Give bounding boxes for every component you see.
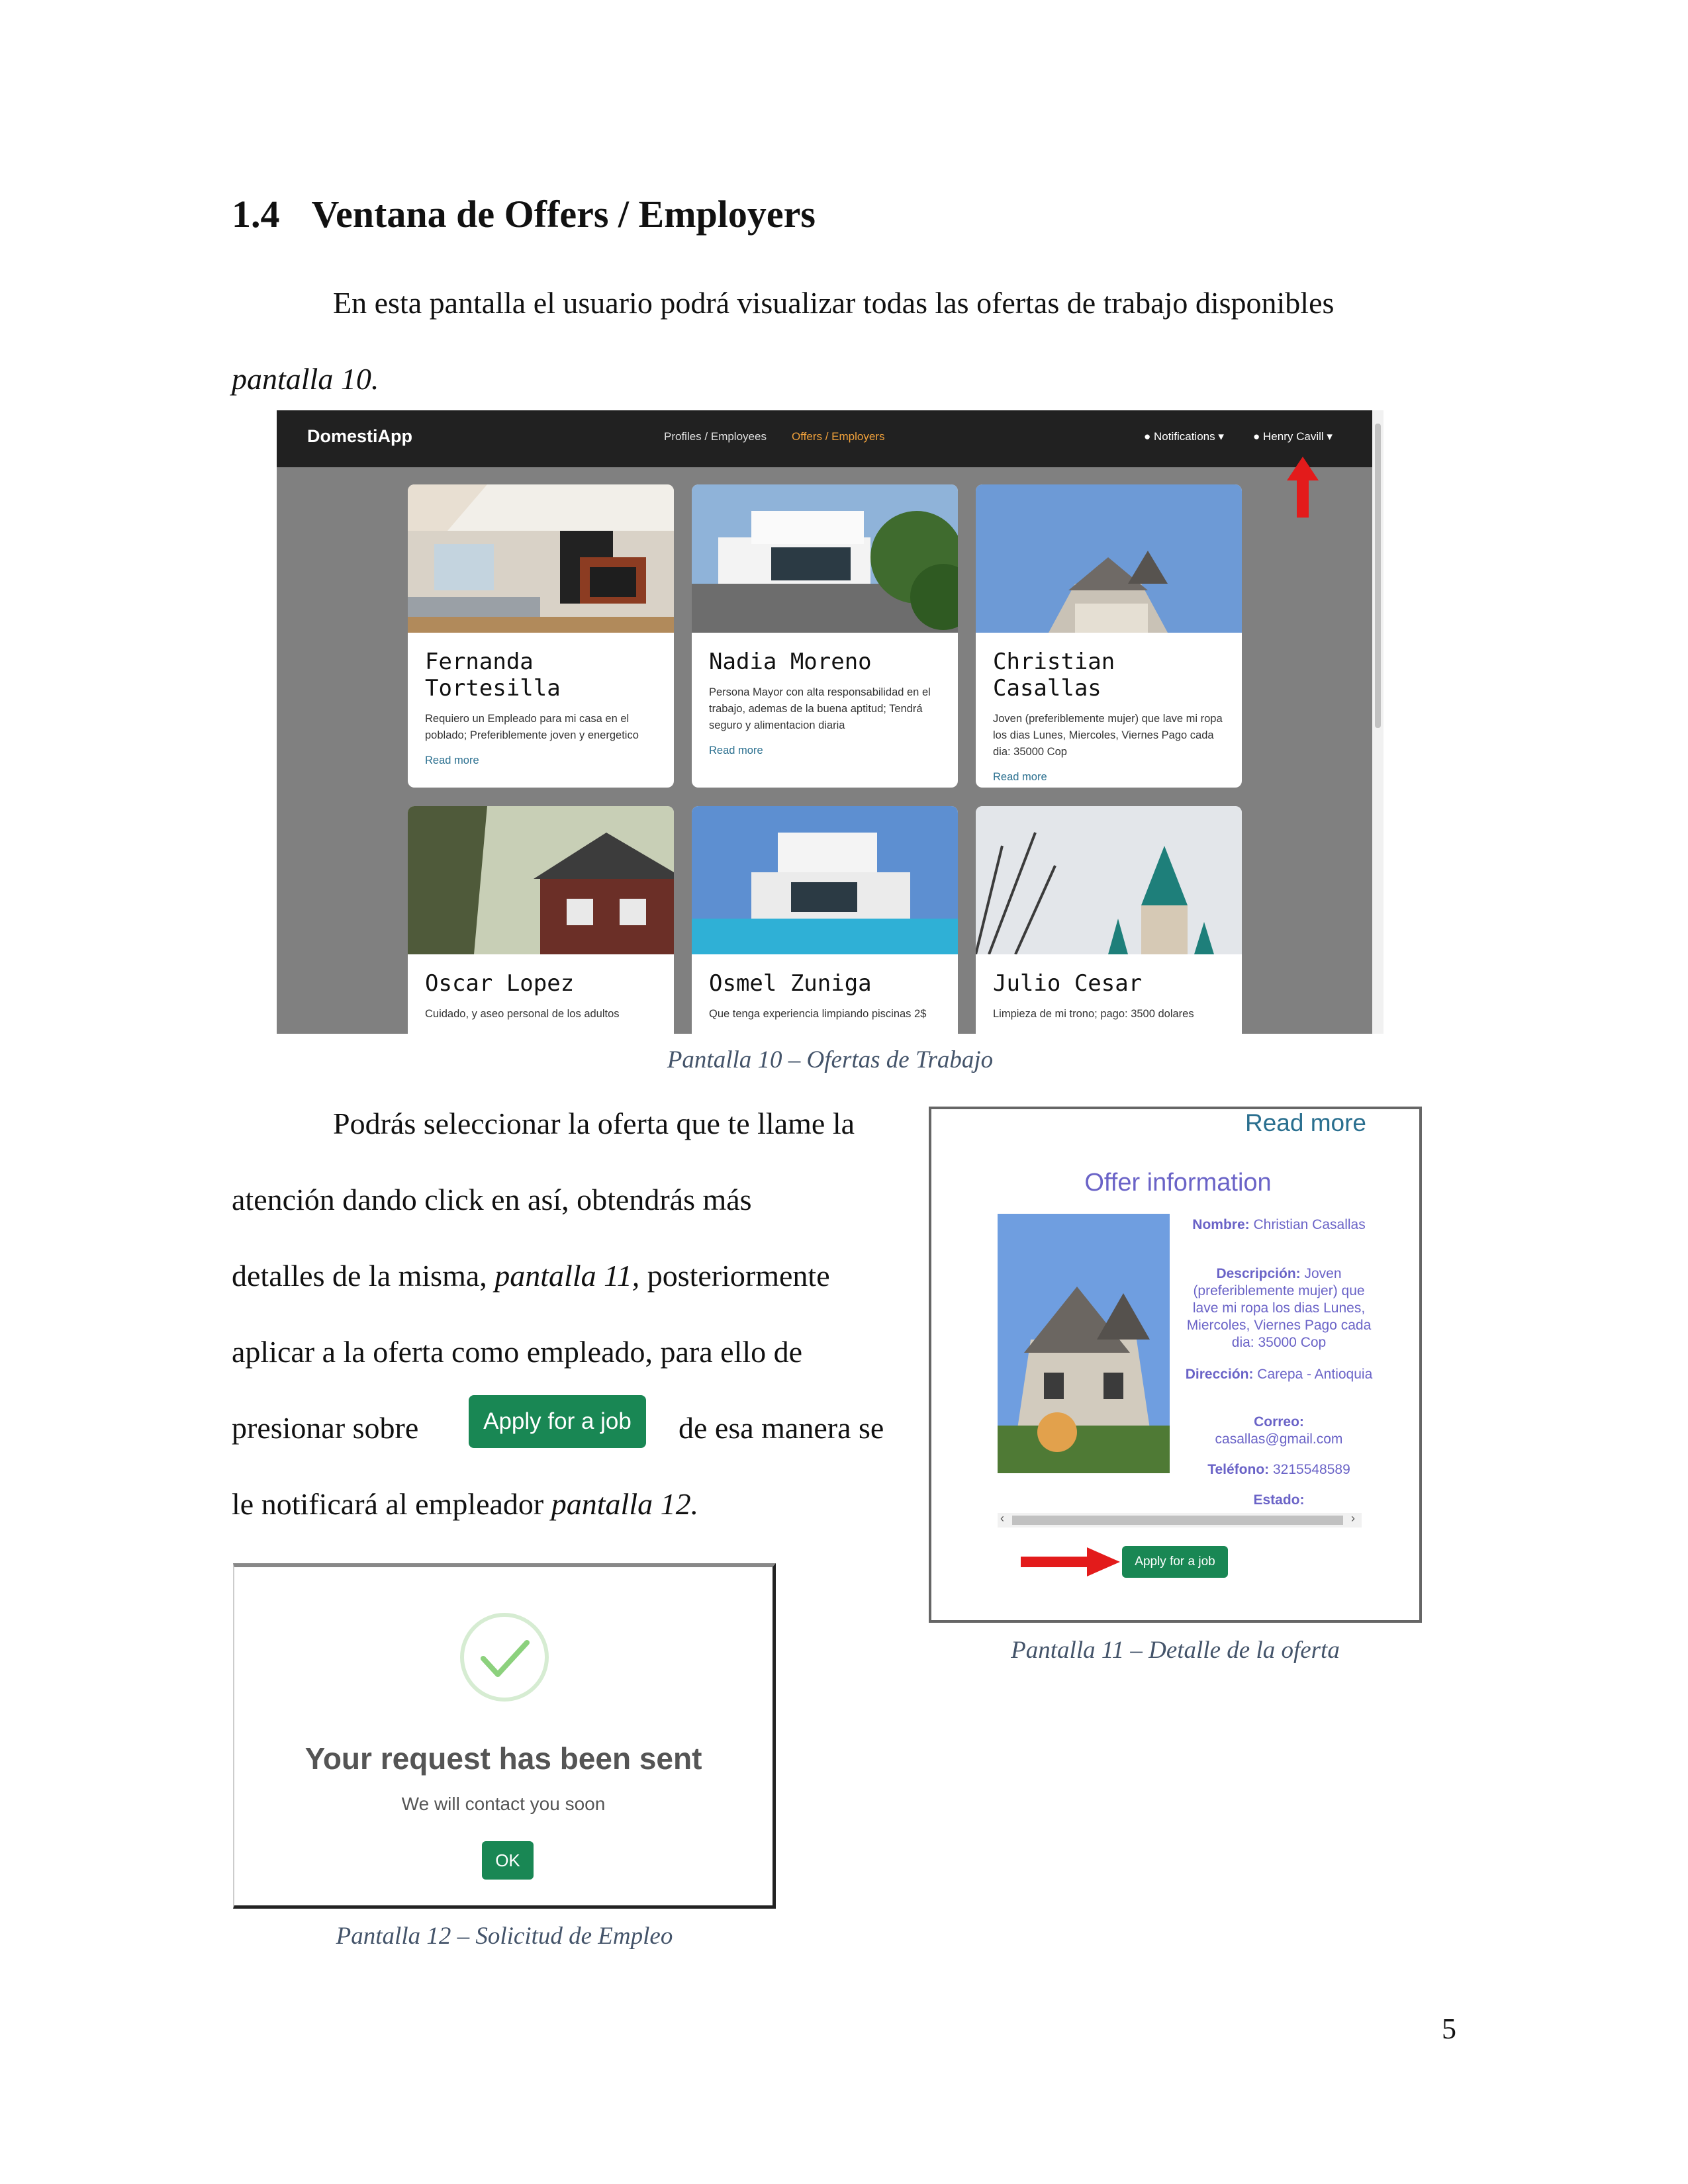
card-description: Persona Mayor con alta responsabilidad e… bbox=[709, 686, 931, 731]
nav-offers-link[interactable]: Offers / Employers bbox=[792, 430, 884, 443]
section-heading: 1.4 Ventana de Offers / Employers bbox=[232, 192, 816, 236]
card-name: Julio Cesar bbox=[993, 970, 1143, 997]
body-line-3: detalles de la misma, pantalla 11, poste… bbox=[232, 1238, 830, 1314]
caret-down-icon: ▾ bbox=[1218, 430, 1224, 443]
field-value: 3215548589 bbox=[1272, 1462, 1350, 1477]
user-name: Henry Cavill bbox=[1263, 430, 1324, 443]
field-label: Correo: bbox=[1254, 1414, 1304, 1430]
offer-card[interactable]: Julio Cesar Limpieza de mi trono; pago: … bbox=[976, 806, 1242, 1034]
red-arrow-up-icon bbox=[1287, 457, 1319, 518]
scroll-thumb[interactable] bbox=[1375, 424, 1381, 728]
card-name: Oscar Lopez bbox=[425, 970, 575, 997]
caption-screen-10: Pantalla 10 – Ofertas de Trabajo bbox=[667, 1046, 994, 1073]
request-sent-subtitle: We will contact you soon bbox=[401, 1794, 606, 1814]
check-circle-icon bbox=[460, 1613, 549, 1702]
intro-line-2: pantalla 10. bbox=[232, 362, 379, 396]
offer-information-title: Offer information bbox=[1084, 1169, 1272, 1197]
caret-down-icon: ▾ bbox=[1327, 430, 1333, 443]
bell-icon: ● bbox=[1144, 430, 1151, 443]
field-label: Teléfono: bbox=[1207, 1462, 1270, 1477]
navbar: DomestiApp Profiles / Employees Offers /… bbox=[277, 410, 1372, 467]
field-label: Nombre: bbox=[1192, 1217, 1250, 1232]
card-image-living-room bbox=[408, 484, 674, 633]
user-icon: ● bbox=[1253, 430, 1260, 443]
body-line-5b: de esa manera se bbox=[679, 1411, 884, 1445]
card-name: Christian Casallas bbox=[993, 649, 1115, 702]
intro-line-1: En esta pantalla el usuario podrá visual… bbox=[333, 286, 1335, 320]
read-more-link[interactable]: Read more bbox=[976, 764, 1242, 784]
screenshot-request-sent: Your request has been sent We will conta… bbox=[233, 1563, 776, 1909]
card-image-victorian-house bbox=[976, 484, 1242, 633]
offer-card[interactable]: Nadia Moreno Persona Mayor con alta resp… bbox=[692, 484, 958, 788]
horizontal-scroll-thumb[interactable] bbox=[1012, 1516, 1343, 1525]
caption-screen-12: Pantalla 12 – Solicitud de Empleo bbox=[336, 1923, 673, 1950]
field-correo: Correo: casallas@gmail.com bbox=[1183, 1414, 1375, 1448]
card-description: Joven (preferiblemente mujer) que lave m… bbox=[993, 713, 1223, 758]
card-name: Nadia Moreno bbox=[709, 649, 872, 675]
offer-card[interactable]: Osmel Zuniga Que tenga experiencia limpi… bbox=[692, 806, 958, 1034]
field-nombre: Nombre: Christian Casallas bbox=[1183, 1216, 1375, 1234]
field-value: Christian Casallas bbox=[1253, 1217, 1366, 1232]
read-more-header: Read more bbox=[1238, 1109, 1373, 1137]
offer-house-image bbox=[998, 1214, 1170, 1473]
body-line-3-a: detalles de la misma, bbox=[232, 1259, 487, 1293]
apply-for-job-button-inline[interactable]: Apply for a job bbox=[469, 1395, 646, 1448]
card-description: Cuidado, y aseo personal de los adultos bbox=[425, 1008, 620, 1020]
screenshot-offers-page: DomestiApp Profiles / Employees Offers /… bbox=[277, 410, 1383, 1034]
page-number: 5 bbox=[1442, 2013, 1456, 2045]
caption-screen-11: Pantalla 11 – Detalle de la oferta bbox=[1011, 1637, 1340, 1664]
offer-card[interactable]: Oscar Lopez Cuidado, y aseo personal de … bbox=[408, 806, 674, 1034]
body-line-5a: presionar sobre bbox=[232, 1411, 419, 1445]
offer-card[interactable]: Fernanda Tortesilla Requiero un Empleado… bbox=[408, 484, 674, 788]
brand-logo[interactable]: DomestiApp bbox=[307, 426, 412, 447]
body-line-6: le notificará al empleador pantalla 12. bbox=[232, 1466, 698, 1542]
body-line-3-ref: pantalla 11, bbox=[494, 1259, 640, 1293]
field-label: Dirección: bbox=[1185, 1367, 1254, 1382]
read-more-link[interactable]: Read more bbox=[408, 748, 674, 767]
body-line-2: atención dando click en así, obtendrás m… bbox=[232, 1183, 752, 1216]
body-line-1: Podrás seleccionar la oferta que te llam… bbox=[333, 1107, 855, 1140]
scroll-left-icon[interactable]: ‹ bbox=[1000, 1512, 1004, 1525]
body-line-3-c: posteriormente bbox=[647, 1259, 830, 1293]
field-telefono: Teléfono: 3215548589 bbox=[1183, 1461, 1375, 1479]
body-line-6-ref: pantalla 12. bbox=[551, 1487, 699, 1521]
offer-card[interactable]: Christian Casallas Joven (preferiblement… bbox=[976, 484, 1242, 788]
ok-button[interactable]: OK bbox=[482, 1841, 534, 1880]
field-value: casallas@gmail.com bbox=[1215, 1432, 1343, 1447]
scroll-right-icon[interactable]: › bbox=[1351, 1512, 1355, 1525]
card-description: Limpieza de mi trono; pago: 3500 dolares bbox=[993, 1008, 1194, 1020]
field-estado: Estado: bbox=[1183, 1492, 1375, 1509]
field-descripcion: Descripción: Joven (preferiblemente muje… bbox=[1183, 1265, 1375, 1351]
apply-for-job-button[interactable]: Apply for a job bbox=[1122, 1546, 1228, 1578]
card-image-castle bbox=[976, 806, 1242, 954]
body-line-4: aplicar a la oferta como empleado, para … bbox=[232, 1335, 803, 1369]
card-image-brick-house bbox=[408, 806, 674, 954]
card-image-pool-house bbox=[692, 806, 958, 954]
field-label: Descripción: bbox=[1216, 1266, 1301, 1281]
body-line-6-a: le notificará al empleador bbox=[232, 1487, 544, 1521]
read-more-link[interactable]: Read more bbox=[692, 738, 958, 757]
field-direccion: Dirección: Carepa - Antioquia bbox=[1183, 1366, 1375, 1383]
card-name: Osmel Zuniga bbox=[709, 970, 872, 997]
card-image-modern-house bbox=[692, 484, 958, 633]
card-description: Que tenga experiencia limpiando piscinas… bbox=[709, 1008, 927, 1020]
screenshot-offer-detail: Read more Offer information Nombre: Chri… bbox=[929, 1107, 1422, 1623]
section-title: Ventana de Offers / Employers bbox=[311, 193, 816, 236]
card-description: Requiero un Empleado para mi casa en el … bbox=[425, 713, 639, 741]
field-value: Carepa - Antioquia bbox=[1257, 1367, 1373, 1382]
notifications-dropdown[interactable]: ● Notifications ▾ bbox=[1144, 430, 1224, 443]
red-arrow-right-icon bbox=[1021, 1547, 1120, 1576]
section-number: 1.4 bbox=[232, 193, 280, 236]
card-name: Fernanda Tortesilla bbox=[425, 649, 561, 702]
field-label: Estado: bbox=[1253, 1492, 1305, 1508]
user-dropdown[interactable]: ● Henry Cavill ▾ bbox=[1253, 430, 1333, 443]
notifications-label: Notifications bbox=[1154, 430, 1215, 443]
request-sent-title: Your request has been sent bbox=[305, 1741, 702, 1776]
nav-profiles-link[interactable]: Profiles / Employees bbox=[664, 430, 767, 443]
